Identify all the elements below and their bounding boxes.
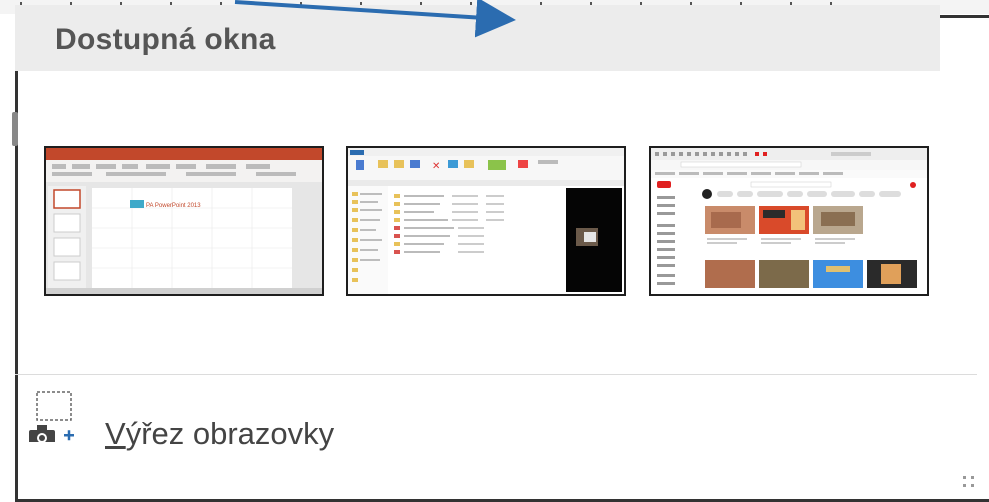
svg-text:✕: ✕: [432, 161, 440, 172]
panel-header: Dostupná okna: [15, 5, 940, 71]
access-key-letter: V: [105, 416, 126, 451]
file-explorer-window-preview: ✕: [348, 148, 624, 294]
screen-clipping-label-text: ýřez obrazovky: [125, 416, 335, 451]
section-divider: [15, 374, 977, 375]
window-thumbnail-file-explorer[interactable]: ✕: [346, 146, 626, 296]
powerpoint-window-preview: PA PowerPoint 2013: [46, 148, 322, 294]
youtube-window-preview: [651, 148, 927, 294]
screen-clipping-icon: [29, 391, 74, 442]
window-thumbnail-youtube[interactable]: [649, 146, 929, 296]
screen-clipping-button[interactable]: Výřez obrazovky: [15, 380, 977, 480]
panel-edge-handle: [12, 112, 18, 146]
window-thumbnail-powerpoint[interactable]: PA PowerPoint 2013: [44, 146, 324, 296]
resize-grip[interactable]: [963, 476, 977, 490]
panel-title: Dostupná okna: [55, 23, 276, 56]
screen-clipping-label: Výřez obrazovky: [105, 416, 334, 452]
slide-title-text: PA PowerPoint 2013: [146, 203, 201, 209]
